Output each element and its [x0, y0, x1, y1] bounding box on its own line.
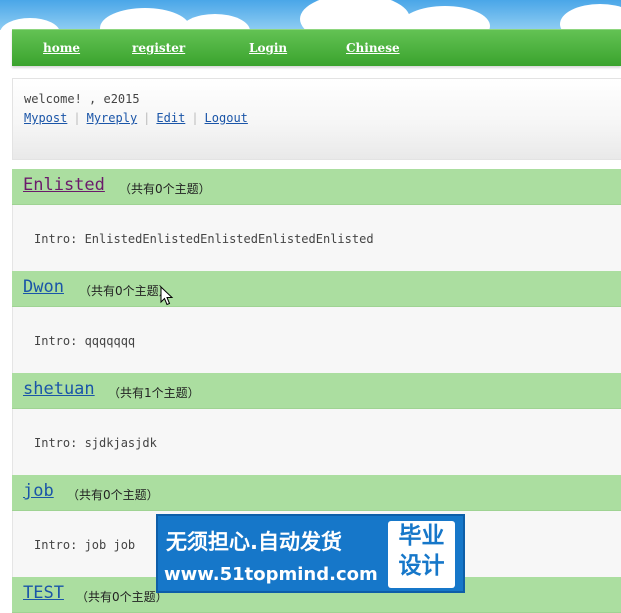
- user-links: Mypost | Myreply | Edit | Logout: [24, 111, 248, 125]
- category-body: Intro: qqqqqqq: [12, 307, 621, 373]
- nav-register[interactable]: register: [132, 41, 185, 55]
- mouse-cursor-icon: [160, 286, 174, 306]
- category-header: Enlisted （共有0个主题）: [12, 169, 621, 205]
- category-header: Dwon （共有0个主题）: [12, 271, 621, 307]
- topic-count: （共有1个主题）: [108, 386, 200, 400]
- user-panel: welcome! , e2015 Mypost | Myreply | Edit | Log…: [12, 78, 621, 160]
- logout-link[interactable]: Logout: [205, 111, 248, 125]
- topic-count: （共有0个主题）: [119, 182, 211, 196]
- topic-count: （共有0个主题）: [76, 590, 168, 604]
- category-intro: Intro: qqqqqqq: [34, 334, 136, 348]
- topic-count: （共有0个主题）: [79, 284, 171, 298]
- main-nav: home register Login Chinese: [12, 29, 621, 66]
- ad-banner[interactable]: 无须担心.自动发货 www.51topmind.com 毕业 设计: [156, 514, 465, 593]
- category-header: shetuan （共有1个主题）: [12, 373, 621, 409]
- welcome-text: welcome! , e2015: [24, 92, 140, 106]
- nav-chinese[interactable]: Chinese: [346, 41, 400, 55]
- category-title-shetuan[interactable]: shetuan: [23, 379, 95, 399]
- category-title-job[interactable]: job: [23, 481, 54, 501]
- ad-badge-line2: 设计: [398, 553, 445, 579]
- myreply-link[interactable]: Myreply: [87, 111, 138, 125]
- ad-url: www.51topmind.com: [164, 564, 378, 585]
- ad-badge: 毕业 设计: [388, 521, 455, 588]
- ad-slogan: 无须担心.自动发货: [166, 530, 342, 554]
- nav-home[interactable]: home: [43, 41, 80, 55]
- topic-count: （共有0个主题）: [67, 488, 159, 502]
- edit-link[interactable]: Edit: [156, 111, 185, 125]
- category-intro: Intro: job job: [34, 538, 136, 552]
- category-title-enlisted[interactable]: Enlisted: [23, 175, 105, 195]
- ad-badge-line1: 毕业: [398, 523, 445, 549]
- mypost-link[interactable]: Mypost: [24, 111, 67, 125]
- category-header: job （共有0个主题）: [12, 475, 621, 511]
- category-title-test[interactable]: TEST: [23, 583, 64, 603]
- category-body: Intro: sjdkjasjdk: [12, 409, 621, 475]
- category-intro: Intro: sjdkjasjdk: [34, 436, 157, 450]
- header-sky: [0, 0, 621, 30]
- category-intro: Intro: EnlistedEnlistedEnlistedEnlistedE…: [34, 232, 374, 246]
- category-body: Intro: EnlistedEnlistedEnlistedEnlistedE…: [12, 205, 621, 271]
- nav-login[interactable]: Login: [249, 41, 287, 55]
- category-title-dwon[interactable]: Dwon: [23, 277, 64, 297]
